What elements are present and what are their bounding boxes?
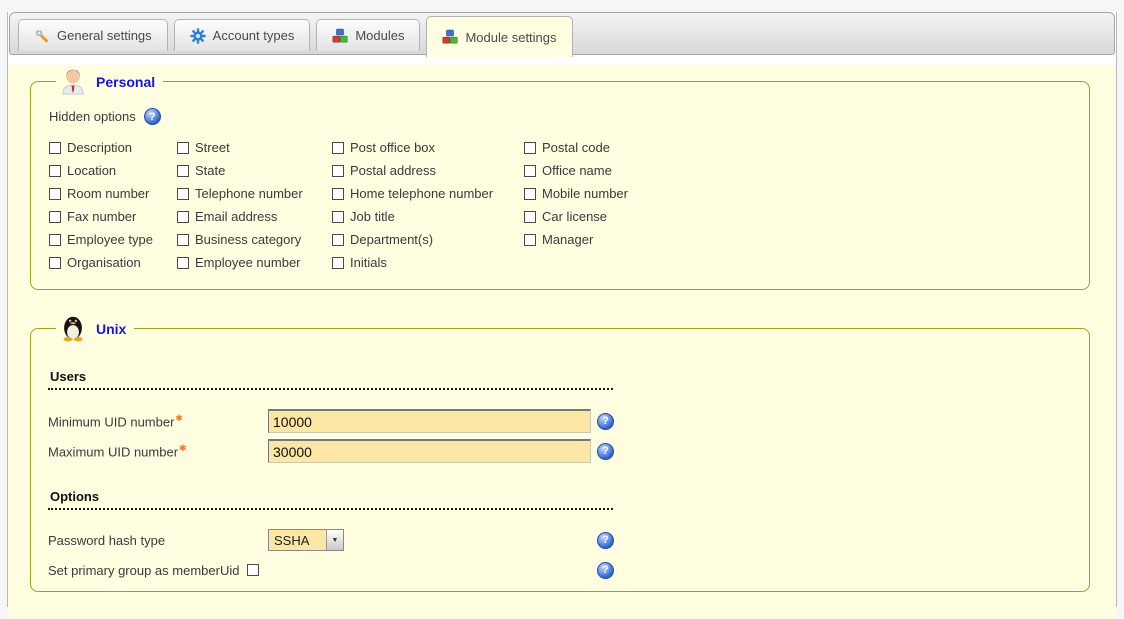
required-icon: ✱ [179, 443, 187, 453]
checkbox[interactable] [177, 188, 189, 200]
checkbox-item[interactable]: Email address [177, 210, 332, 223]
unix-section: Unix Users Minimum UID number✱ ? Maximum… [30, 312, 1090, 592]
checkbox[interactable] [177, 211, 189, 223]
page: General settings [7, 12, 1117, 607]
tab-label: Module settings [465, 30, 556, 45]
checkbox-item[interactable]: Initials [332, 256, 524, 269]
help-icon[interactable]: ? [597, 413, 614, 430]
checkbox[interactable] [49, 257, 61, 269]
checkbox[interactable] [49, 165, 61, 177]
checkbox-item[interactable]: Postal code [524, 141, 744, 154]
checkbox-item[interactable]: Postal address [332, 164, 524, 177]
section-title: Unix [96, 321, 126, 337]
tab-bar: General settings [9, 12, 1115, 55]
checkbox[interactable] [177, 165, 189, 177]
module-settings-panel: Personal Hidden options ? Description St… [8, 65, 1116, 617]
checkbox[interactable] [524, 234, 536, 246]
user-icon [58, 65, 88, 98]
password-hash-select[interactable]: SSHA ▼ [268, 529, 344, 551]
checkbox-item[interactable]: Mobile number [524, 187, 744, 200]
wrench-icon [34, 28, 50, 44]
checkbox-item[interactable]: Location [49, 164, 177, 177]
min-uid-input[interactable] [268, 409, 591, 433]
tux-icon [58, 312, 88, 345]
checkbox[interactable] [332, 188, 344, 200]
password-hash-value: SSHA [269, 533, 326, 548]
tab-label: General settings [57, 28, 152, 43]
users-subheader: Users [48, 369, 613, 390]
checkbox-item[interactable]: Job title [332, 210, 524, 223]
hidden-options-grid: Description Street Post office box Posta… [49, 141, 1073, 269]
section-title: Personal [96, 74, 155, 90]
member-uid-checkbox[interactable] [247, 564, 259, 576]
checkbox-item[interactable]: Post office box [332, 141, 524, 154]
checkbox-item[interactable]: Fax number [49, 210, 177, 223]
checkbox-item[interactable]: State [177, 164, 332, 177]
max-uid-row: Maximum UID number✱ ? [48, 439, 1073, 463]
checkbox[interactable] [524, 142, 536, 154]
checkbox[interactable] [49, 142, 61, 154]
checkbox-item[interactable]: Room number [49, 187, 177, 200]
help-icon[interactable]: ? [144, 108, 161, 125]
gear-icon [190, 28, 206, 44]
checkbox[interactable] [49, 234, 61, 246]
checkbox[interactable] [524, 211, 536, 223]
checkbox[interactable] [332, 211, 344, 223]
checkbox[interactable] [177, 234, 189, 246]
blocks-icon [442, 29, 458, 45]
unix-legend: Unix [56, 312, 134, 345]
checkbox-item[interactable]: Employee number [177, 256, 332, 269]
help-icon[interactable]: ? [597, 562, 614, 579]
checkbox-item[interactable]: Car license [524, 210, 744, 223]
tab-modules[interactable]: Modules [316, 19, 420, 51]
hidden-options-label: Hidden options [49, 109, 136, 124]
checkbox[interactable] [332, 142, 344, 154]
member-uid-label: Set primary group as memberUid [48, 563, 239, 578]
personal-section: Personal Hidden options ? Description St… [30, 65, 1090, 290]
member-uid-row: Set primary group as memberUid ? [48, 561, 1073, 579]
checkbox-item[interactable]: Street [177, 141, 332, 154]
min-uid-row: Minimum UID number✱ ? [48, 409, 1073, 433]
options-subheader: Options [48, 489, 613, 510]
tab-module-settings[interactable]: Module settings [426, 16, 572, 57]
checkbox[interactable] [49, 188, 61, 200]
checkbox[interactable] [524, 188, 536, 200]
password-hash-row: Password hash type SSHA ▼ ? [48, 528, 1073, 552]
max-uid-input[interactable] [268, 439, 591, 463]
checkbox-item[interactable]: Home telephone number [332, 187, 524, 200]
checkbox-item[interactable]: Organisation [49, 256, 177, 269]
checkbox-item[interactable]: Department(s) [332, 233, 524, 246]
min-uid-label: Minimum UID number [48, 414, 174, 429]
checkbox[interactable] [177, 257, 189, 269]
tab-label: Modules [355, 28, 404, 43]
checkbox-item[interactable]: Employee type [49, 233, 177, 246]
tab-label: Account types [213, 28, 295, 43]
checkbox-item[interactable]: Business category [177, 233, 332, 246]
blocks-icon [332, 28, 348, 44]
tab-account-types[interactable]: Account types [174, 19, 311, 51]
checkbox[interactable] [524, 165, 536, 177]
required-icon: ✱ [175, 413, 183, 423]
checkbox[interactable] [332, 165, 344, 177]
max-uid-label: Maximum UID number [48, 444, 178, 459]
personal-legend: Personal [56, 65, 163, 98]
checkbox-item[interactable]: Description [49, 141, 177, 154]
chevron-down-icon: ▼ [326, 530, 343, 550]
checkbox-item[interactable]: Telephone number [177, 187, 332, 200]
checkbox-item[interactable]: Manager [524, 233, 744, 246]
checkbox[interactable] [177, 142, 189, 154]
password-hash-label: Password hash type [48, 533, 268, 548]
help-icon[interactable]: ? [597, 532, 614, 549]
checkbox[interactable] [49, 211, 61, 223]
checkbox[interactable] [332, 257, 344, 269]
tab-general-settings[interactable]: General settings [18, 19, 168, 51]
checkbox[interactable] [332, 234, 344, 246]
help-icon[interactable]: ? [597, 443, 614, 460]
checkbox-item[interactable]: Office name [524, 164, 744, 177]
